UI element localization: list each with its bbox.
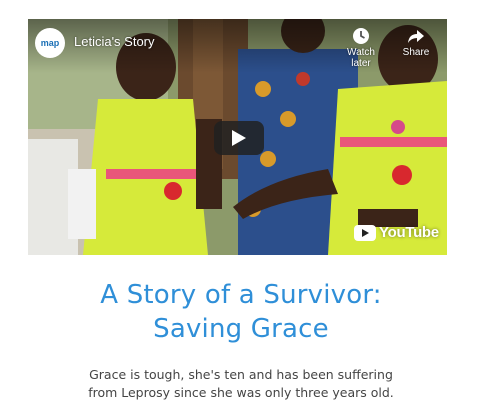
- share-button[interactable]: Share: [394, 27, 438, 58]
- share-label: Share: [402, 47, 430, 58]
- play-icon: [232, 130, 246, 146]
- watch-later-label: Watch later: [347, 47, 375, 69]
- channel-logo[interactable]: map: [35, 28, 65, 58]
- video-title-link[interactable]: Leticia's Story: [74, 34, 155, 49]
- clock-icon: [353, 28, 369, 44]
- share-arrow-icon: [408, 30, 424, 43]
- article-body-line-2: from Leprosy since she was only three ye…: [88, 385, 394, 400]
- article-body: Grace is tough, she's ten and has been s…: [0, 366, 482, 402]
- video-player[interactable]: map Leticia's Story Watch later Share Yo…: [28, 19, 447, 255]
- article-body-line-1: Grace is tough, she's ten and has been s…: [89, 367, 393, 382]
- article-heading: A Story of a Survivor: Saving Grace: [0, 278, 482, 346]
- video-top-overlay: map Leticia's Story Watch later Share: [28, 19, 447, 73]
- youtube-logo-icon: [354, 224, 376, 241]
- article-heading-line-1: A Story of a Survivor:: [100, 280, 382, 310]
- youtube-logo-link[interactable]: YouTube: [354, 224, 439, 241]
- youtube-label: YouTube: [379, 224, 439, 241]
- play-button[interactable]: [214, 121, 264, 155]
- article-heading-line-2: Saving Grace: [153, 314, 329, 344]
- watch-later-button[interactable]: Watch later: [339, 27, 383, 69]
